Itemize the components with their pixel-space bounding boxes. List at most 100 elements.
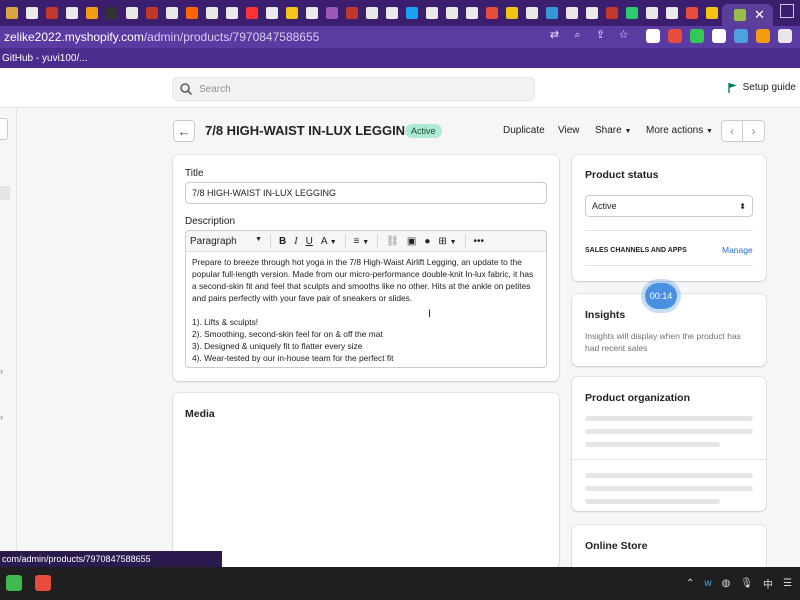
select-arrows-icon: ⬍ <box>739 201 746 211</box>
tab-favicon-icon[interactable] <box>426 7 438 19</box>
wifi-icon[interactable]: w <box>704 578 711 589</box>
tab-favicon-icon[interactable] <box>326 7 338 19</box>
more-options-icon[interactable]: ••• <box>470 236 489 247</box>
status-select[interactable]: Active ⬍ <box>585 195 753 217</box>
tab-favicon-icon[interactable] <box>146 7 158 19</box>
url-field[interactable]: zelike2022.myshopify.com/admin/products/… <box>0 30 319 44</box>
arrow-left-icon: ← <box>177 123 191 139</box>
tab-favicon-icon[interactable] <box>166 7 178 19</box>
online-store-title: Online Store <box>585 540 648 552</box>
taskbar-app-icon[interactable] <box>6 575 22 591</box>
tab-favicon-icon[interactable] <box>46 7 58 19</box>
active-tab[interactable]: ✕ <box>722 4 773 26</box>
page-title: 7/8 HIGH-WAIST IN-LUX LEGGING <box>205 123 416 138</box>
paragraph-select[interactable]: Paragraph ▼ <box>186 236 266 247</box>
url-path: /admin/products/7970847588655 <box>143 30 320 44</box>
pdf-app-icon[interactable] <box>35 575 51 591</box>
tab-favicon-icon[interactable] <box>666 7 678 19</box>
tab-favicon-icon[interactable] <box>366 7 378 19</box>
extension-icon[interactable] <box>668 29 682 43</box>
tab-favicon-icon[interactable] <box>386 7 398 19</box>
tab-favicon-icon[interactable] <box>646 7 658 19</box>
tab-favicon-icon[interactable] <box>26 7 38 19</box>
italic-icon[interactable]: I <box>290 236 301 247</box>
tab-favicon-icon[interactable] <box>266 7 278 19</box>
underline-icon[interactable]: U <box>302 236 317 247</box>
status-select-value: Active <box>592 201 617 211</box>
share-page-icon[interactable]: ⇪ <box>594 29 607 42</box>
zoom-icon[interactable]: ⌕ <box>571 29 584 42</box>
view-button[interactable]: View <box>558 125 580 136</box>
tab-favicon-icon[interactable] <box>66 7 78 19</box>
tab-favicon-icon[interactable] <box>106 7 118 19</box>
chevron-right-icon[interactable]: › <box>0 366 3 376</box>
tab-favicon-icon[interactable] <box>606 7 618 19</box>
tab-favicon-icon[interactable] <box>346 7 358 19</box>
tab-favicon-icon[interactable] <box>186 7 198 19</box>
tab-favicon-icon[interactable] <box>206 7 218 19</box>
tab-favicon-icon[interactable] <box>466 7 478 19</box>
extension-icon[interactable] <box>778 29 792 43</box>
tab-favicon-icon[interactable] <box>446 7 458 19</box>
tab-favicon-icon[interactable] <box>706 7 718 19</box>
description-editor[interactable]: Prepare to breeze through hot yoga in th… <box>185 252 547 368</box>
flag-icon <box>727 82 737 93</box>
tab-favicon-icon[interactable] <box>86 7 98 19</box>
tab-favicon-icon[interactable] <box>546 7 558 19</box>
link-icon[interactable]: ⛓ <box>382 236 403 247</box>
window-restore-icon[interactable] <box>780 4 794 18</box>
tab-favicon-icon[interactable] <box>686 7 698 19</box>
previous-product-button[interactable]: ‹ <box>721 120 743 142</box>
translate-icon[interactable]: ⇄ <box>548 29 561 42</box>
ime-indicator[interactable]: 中 <box>763 576 773 591</box>
tab-favicon-icon[interactable] <box>486 7 498 19</box>
extension-icon[interactable] <box>712 29 726 43</box>
bookmark-star-icon[interactable]: ☆ <box>617 29 630 42</box>
tab-list <box>2 7 722 19</box>
table-icon[interactable]: ⊞ ▼ <box>434 236 460 247</box>
align-icon[interactable]: ≡ ▼ <box>350 236 374 247</box>
tab-favicon-icon[interactable] <box>226 7 238 19</box>
search-input[interactable]: Search <box>172 77 535 101</box>
tab-favicon-icon[interactable] <box>306 7 318 19</box>
divider <box>585 230 753 231</box>
menu-icon[interactable]: ☰ <box>783 578 792 589</box>
tab-favicon-icon[interactable] <box>6 7 18 19</box>
list-item: 3). Designed & uniquely fit to flatter e… <box>192 341 363 351</box>
tab-favicon-icon[interactable] <box>526 7 538 19</box>
microphone-icon[interactable]: 🎙 <box>740 578 753 589</box>
bold-icon[interactable]: B <box>275 236 290 247</box>
tab-favicon-icon[interactable] <box>586 7 598 19</box>
caret-down-icon: ▼ <box>255 235 262 243</box>
network-icon[interactable]: ◍ <box>722 578 731 589</box>
sidebar-item-products[interactable] <box>0 186 10 200</box>
tab-favicon-icon[interactable] <box>626 7 638 19</box>
tab-favicon-icon[interactable] <box>126 7 138 19</box>
tab-close-icon[interactable]: ✕ <box>754 7 765 23</box>
image-icon[interactable]: ▣ <box>403 236 420 247</box>
bookmark-github[interactable]: GitHub - yuvi100/... <box>0 53 88 64</box>
manage-channels-link[interactable]: Manage <box>722 244 753 256</box>
more-actions-button[interactable]: More actions ▼ <box>646 125 713 136</box>
loading-skeleton <box>585 499 720 504</box>
share-button[interactable]: Share ▼ <box>595 125 631 136</box>
tab-favicon-icon[interactable] <box>506 7 518 19</box>
chevron-right-icon[interactable]: › <box>0 412 3 422</box>
setup-guide-button[interactable]: Setup guide <box>727 82 796 93</box>
back-button[interactable]: ← <box>173 120 195 142</box>
chevron-up-icon[interactable]: ⌃ <box>686 578 694 589</box>
tab-favicon-icon[interactable] <box>566 7 578 19</box>
extension-icon[interactable] <box>756 29 770 43</box>
extension-icon[interactable] <box>734 29 748 43</box>
title-input[interactable]: 7/8 HIGH-WAIST IN-LUX LEGGING <box>185 182 547 204</box>
tab-favicon-icon[interactable] <box>286 7 298 19</box>
text-color-icon[interactable]: A ▼ <box>317 236 341 247</box>
duplicate-button[interactable]: Duplicate <box>503 125 545 136</box>
next-product-button[interactable]: › <box>743 120 765 142</box>
extension-icon[interactable] <box>690 29 704 43</box>
extension-icon[interactable] <box>646 29 660 43</box>
sidebar-store-switcher[interactable] <box>0 118 8 140</box>
tab-favicon-icon[interactable] <box>406 7 418 19</box>
tab-favicon-icon[interactable] <box>246 7 258 19</box>
video-icon[interactable]: ● <box>420 236 434 247</box>
